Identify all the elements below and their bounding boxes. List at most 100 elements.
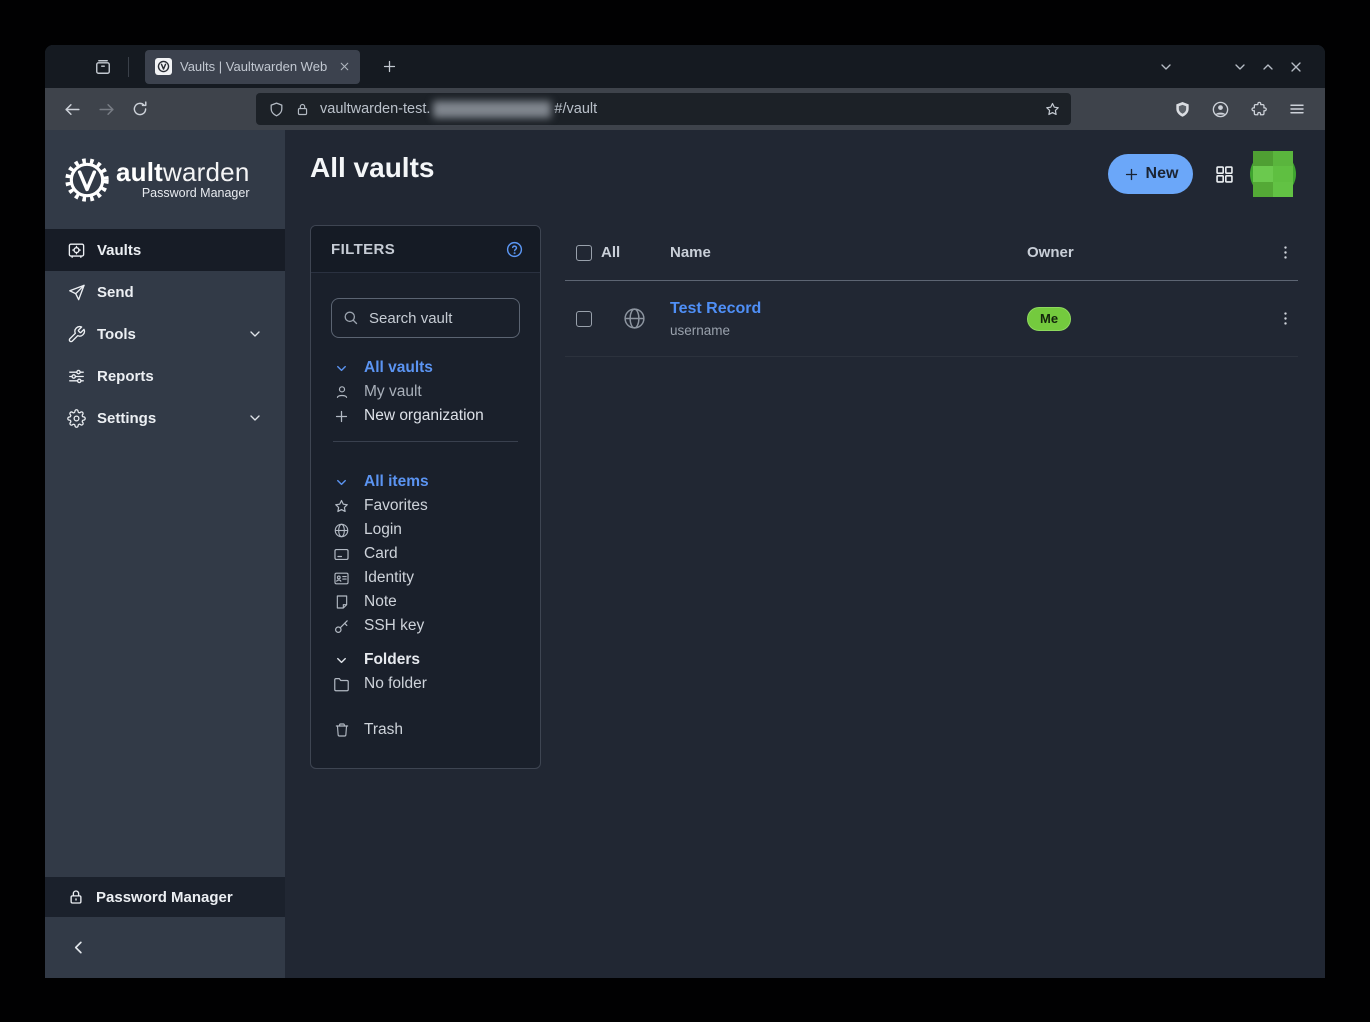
wrench-icon	[67, 325, 86, 344]
table-options-button[interactable]	[1272, 244, 1298, 261]
new-tab-button[interactable]	[375, 52, 404, 81]
filter-all-vaults[interactable]: All vaults	[331, 356, 520, 380]
filter-no-folder[interactable]: No folder	[331, 672, 520, 696]
account-icon[interactable]	[1204, 93, 1237, 125]
ublock-shield-icon[interactable]	[1166, 93, 1199, 125]
new-item-button[interactable]: New	[1108, 154, 1193, 194]
browser-tab[interactable]: Vaults | Vaultwarden Web	[145, 50, 360, 84]
reload-button[interactable]	[123, 93, 157, 125]
item-name-link[interactable]: Test Record	[670, 300, 1027, 318]
lock-icon[interactable]	[295, 102, 310, 117]
send-icon	[67, 283, 86, 302]
sidebar-item-settings[interactable]: Settings	[45, 397, 285, 439]
firefox-view-icon[interactable]	[86, 52, 120, 82]
window-controls	[1152, 53, 1325, 81]
plus-icon	[1123, 166, 1140, 183]
gear-v-logo-icon	[64, 157, 110, 203]
filters-title: FILTERS	[331, 241, 395, 258]
list-tabs-icon[interactable]	[1152, 53, 1180, 81]
vault-items-table: All Name Owner T	[565, 225, 1298, 357]
filter-note[interactable]: Note	[331, 590, 520, 614]
apps-grid-icon[interactable]	[1208, 158, 1240, 190]
filters-panel: FILTERS All vaults	[310, 225, 541, 769]
app-root: aultwarden Password Manager Vaults Send	[45, 130, 1325, 978]
select-all-label: All	[601, 244, 620, 261]
filter-new-organization[interactable]: New organization	[331, 404, 520, 428]
minimize-icon[interactable]	[1226, 53, 1254, 81]
menu-hamburger-icon[interactable]	[1280, 93, 1313, 125]
toolbar-extensions	[1166, 93, 1315, 125]
sidebar-item-send[interactable]: Send	[45, 271, 285, 313]
filter-card[interactable]: Card	[331, 542, 520, 566]
tab-close-icon[interactable]	[338, 60, 351, 73]
sidebar-item-password-manager[interactable]: Password Manager	[45, 877, 285, 917]
note-icon	[331, 594, 352, 610]
key-icon	[331, 618, 352, 635]
column-header-name[interactable]: Name	[670, 244, 1027, 261]
plus-icon	[331, 408, 352, 425]
table-header: All Name Owner	[565, 225, 1298, 281]
main-content: All vaults New FILTERS	[285, 130, 1325, 978]
search-vault-input[interactable]	[331, 298, 520, 338]
brand-subtitle: Password Manager	[116, 186, 250, 200]
back-button[interactable]	[55, 93, 89, 125]
globe-icon	[622, 306, 647, 331]
row-checkbox[interactable]	[576, 311, 592, 327]
avatar-image	[1253, 151, 1293, 197]
chevron-down-icon[interactable]	[331, 653, 352, 668]
filter-identity[interactable]: Identity	[331, 566, 520, 590]
table-row[interactable]: Test Record username Me	[565, 281, 1298, 357]
page-title: All vaults	[310, 152, 434, 184]
maximize-icon[interactable]	[1254, 53, 1282, 81]
select-all-checkbox[interactable]	[576, 245, 592, 261]
sidebar: aultwarden Password Manager Vaults Send	[45, 130, 285, 978]
credit-card-icon	[331, 546, 352, 563]
desktop: { "browser": { "tab_title": "Vaults | Va…	[0, 0, 1370, 1022]
id-card-icon	[331, 570, 352, 587]
row-options-button[interactable]	[1272, 310, 1298, 327]
password-manager-label: Password Manager	[96, 889, 233, 906]
bookmark-star-icon[interactable]	[1044, 101, 1061, 118]
sliders-icon	[67, 367, 86, 386]
filter-favorites[interactable]: Favorites	[331, 494, 520, 518]
filter-my-vault[interactable]: My vault	[331, 380, 520, 404]
tab-separator	[128, 57, 129, 77]
tracking-shield-icon[interactable]	[268, 101, 285, 118]
sidebar-item-reports[interactable]: Reports	[45, 355, 285, 397]
sidebar-item-label: Vaults	[97, 242, 141, 259]
tab-title: Vaults | Vaultwarden Web	[180, 59, 330, 74]
column-header-owner[interactable]: Owner	[1027, 244, 1272, 261]
url-bar[interactable]: vaultwarden-test.#/vault	[256, 93, 1071, 125]
navigation-toolbar: vaultwarden-test.#/vault	[45, 88, 1325, 130]
vaultwarden-favicon-icon	[155, 58, 172, 75]
person-icon	[331, 384, 352, 400]
filter-ssh-key[interactable]: SSH key	[331, 614, 520, 638]
filter-login[interactable]: Login	[331, 518, 520, 542]
sidebar-item-tools[interactable]: Tools	[45, 313, 285, 355]
folder-icon	[331, 676, 352, 693]
account-avatar[interactable]	[1250, 151, 1296, 197]
vaultwarden-logo: aultwarden Password Manager	[45, 130, 285, 229]
filters-divider	[333, 441, 518, 442]
help-icon[interactable]	[505, 240, 524, 259]
sidebar-item-label: Tools	[97, 326, 136, 343]
sidebar-collapse-row	[45, 917, 285, 978]
owner-badge[interactable]: Me	[1027, 307, 1071, 331]
forward-button[interactable]	[89, 93, 123, 125]
sidebar-item-vaults[interactable]: Vaults	[45, 229, 285, 271]
filter-trash[interactable]: Trash	[331, 718, 520, 742]
chevron-down-icon[interactable]	[331, 475, 352, 490]
url-redacted-segment	[433, 101, 551, 118]
filter-folders[interactable]: Folders	[331, 648, 520, 672]
filter-all-items[interactable]: All items	[331, 470, 520, 494]
tab-bar: Vaults | Vaultwarden Web	[45, 45, 1325, 88]
chevron-down-icon[interactable]	[331, 361, 352, 376]
chevron-down-icon	[247, 410, 263, 426]
kebab-menu-icon	[1277, 310, 1294, 327]
collapse-sidebar-icon[interactable]	[69, 938, 88, 957]
close-window-icon[interactable]	[1282, 53, 1310, 81]
brand-name: aultwarden	[116, 159, 250, 185]
globe-icon	[331, 522, 352, 539]
extensions-puzzle-icon[interactable]	[1242, 93, 1275, 125]
browser-window: Vaults | Vaultwarden Web	[45, 45, 1325, 978]
